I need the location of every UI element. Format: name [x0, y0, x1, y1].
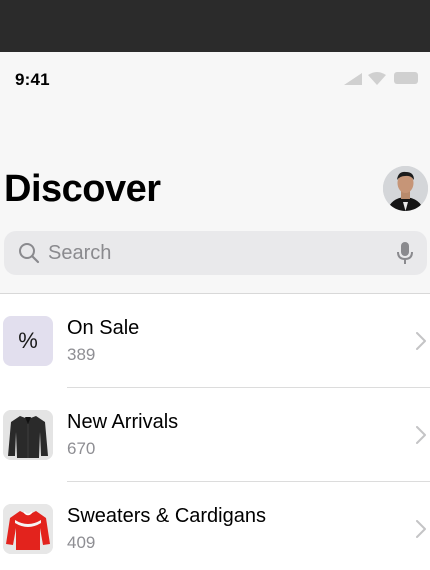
category-title: On Sale	[67, 317, 140, 339]
category-title: New Arrivals	[67, 411, 179, 433]
chevron-right-icon	[416, 332, 426, 355]
category-count: 389	[67, 345, 96, 364]
search-icon	[18, 242, 40, 269]
red-sweater-image	[3, 504, 53, 554]
category-count: 670	[67, 439, 96, 458]
category-sweaters-cardigans[interactable]: Sweaters & Cardigans 409	[0, 482, 430, 570]
category-title: Sweaters & Cardigans	[67, 505, 266, 527]
microphone-icon[interactable]	[397, 241, 413, 270]
chevron-right-icon	[416, 426, 426, 449]
profile-avatar[interactable]	[383, 166, 428, 211]
status-icons	[344, 71, 422, 85]
category-new-arrivals[interactable]: New Arrivals 670	[0, 388, 430, 482]
percent-icon: %	[18, 328, 38, 353]
category-on-sale[interactable]: % On Sale 389	[0, 294, 430, 388]
signal-icon	[344, 73, 362, 85]
wifi-icon	[368, 72, 386, 85]
sale-thumbnail: %	[3, 316, 53, 366]
top-bar	[0, 0, 430, 52]
battery-icon	[394, 72, 418, 84]
page-title: Discover	[4, 168, 161, 210]
search-bar[interactable]: Search	[4, 231, 427, 275]
chevron-right-icon	[416, 520, 426, 543]
category-count: 409	[67, 533, 96, 552]
dark-shirt-image	[3, 410, 53, 460]
search-input[interactable]: Search	[48, 242, 111, 264]
status-time: 9:41	[15, 70, 50, 89]
